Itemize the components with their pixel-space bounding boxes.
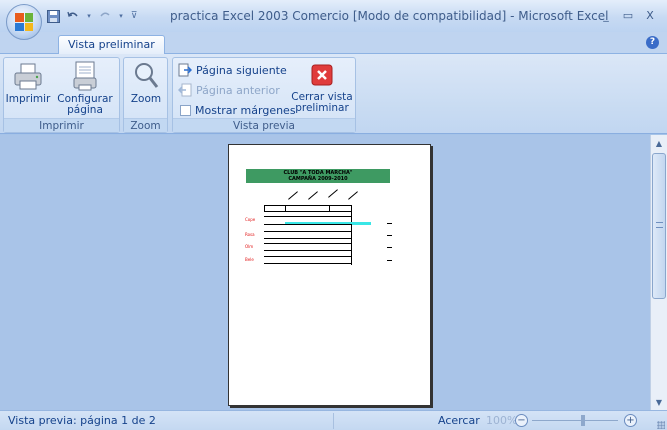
prev-page-button[interactable]: Página anterior [178, 82, 280, 98]
zoom-slider-knob[interactable] [581, 415, 585, 426]
zoom-controls: Acercar 100% − + [430, 411, 667, 430]
undo-dropdown-icon[interactable]: ▾ [86, 9, 92, 23]
total-mark [387, 247, 392, 248]
group-label-imprimir: Imprimir [4, 118, 119, 132]
customize-qat-icon[interactable]: ⊽ [130, 9, 138, 23]
zoom-in-icon[interactable]: + [624, 414, 637, 427]
print-label: Imprimir [5, 93, 51, 105]
redo-icon[interactable] [98, 9, 112, 23]
row-box [264, 224, 352, 225]
window-controls: _ ▭ X [595, 6, 661, 24]
title-bar: ▾ ▾ ⊽ practica Excel 2003 Comercio [Modo… [0, 0, 667, 32]
ribbon-tab-row: Vista preliminar ? [0, 32, 667, 55]
quick-access-toolbar: ▾ ▾ ⊽ [46, 6, 138, 26]
scroll-thumb[interactable] [652, 153, 666, 299]
status-divider [333, 413, 334, 429]
scroll-grip-icon [656, 222, 663, 228]
tab-vista-preliminar[interactable]: Vista preliminar [58, 35, 165, 55]
resize-grip-icon[interactable] [657, 421, 665, 429]
restore-button[interactable]: ▭ [617, 6, 639, 24]
prev-page-icon [178, 83, 192, 97]
row-box [264, 243, 352, 244]
zoom-out-icon[interactable]: − [515, 414, 528, 427]
group-vista-previa: Página siguiente Página anterior Mostrar… [172, 57, 356, 133]
sheet-subtitle: CAMPAÑA 2009-2010 [288, 176, 348, 182]
diag-header [288, 191, 298, 200]
row-box [264, 238, 352, 239]
ribbon: Imprimir Configurar página Imprimir Zoom… [0, 54, 667, 134]
scroll-up-icon[interactable]: ▲ [651, 135, 667, 151]
group-zoom: Zoom Zoom [123, 57, 168, 133]
zoom-button[interactable]: Zoom [126, 60, 166, 105]
office-button[interactable] [6, 4, 42, 40]
row-label: Bele [245, 257, 254, 262]
group-label-vista-previa: Vista previa [173, 118, 355, 132]
total-mark [387, 223, 392, 224]
minimize-button[interactable]: _ [595, 6, 617, 24]
diag-header [328, 189, 338, 198]
print-preview-page[interactable]: CLUB "A TODA MARCHA" CAMPAÑA 2009-2010 C… [228, 144, 431, 406]
sheet-header-band: CLUB "A TODA MARCHA" CAMPAÑA 2009-2010 [246, 169, 390, 183]
table-border [264, 211, 352, 212]
table-border [285, 205, 286, 211]
table-border [329, 205, 330, 211]
row-box [264, 231, 352, 232]
group-imprimir: Imprimir Configurar página Imprimir [3, 57, 120, 133]
next-page-button[interactable]: Página siguiente [178, 62, 287, 78]
page-setup-icon [73, 61, 97, 91]
zoom-slider-track[interactable] [532, 420, 618, 421]
status-page-text: Vista previa: página 1 de 2 [8, 414, 156, 427]
vertical-scrollbar[interactable]: ▲ ▼ [650, 135, 667, 410]
close-preview-icon [311, 64, 333, 86]
show-margins-label: Mostrar márgenes [195, 103, 296, 117]
zoom-in-label[interactable]: Acercar [438, 414, 480, 427]
group-label-zoom: Zoom [124, 118, 167, 132]
printer-icon [14, 63, 42, 90]
save-icon[interactable] [46, 9, 60, 23]
row-label: Olm [245, 244, 254, 249]
total-mark [387, 260, 392, 261]
page-setup-label-line2: página [67, 104, 103, 116]
undo-icon[interactable] [66, 9, 80, 23]
window-title: practica Excel 2003 Comercio [Modo de co… [170, 9, 609, 23]
show-margins-checkbox[interactable]: Mostrar márgenes [180, 102, 296, 118]
zoom-percent: 100% [486, 414, 518, 427]
margins-checkbox-box[interactable] [180, 104, 191, 116]
row-label: Cope [245, 217, 256, 222]
close-preview-label-line2: preliminar [295, 102, 349, 114]
row-box [264, 263, 352, 264]
scroll-down-icon[interactable]: ▼ [651, 394, 667, 410]
diag-header [348, 191, 358, 200]
row-label: Rosa [245, 232, 255, 237]
total-mark [387, 235, 392, 236]
row-box [264, 256, 352, 257]
table-border [264, 205, 352, 206]
diag-header [308, 191, 318, 200]
help-icon[interactable]: ? [646, 36, 659, 49]
zoom-label: Zoom [130, 93, 162, 105]
row-box [264, 250, 352, 251]
office-logo-icon [15, 13, 33, 31]
next-page-label: Página siguiente [196, 63, 287, 77]
table-border [264, 205, 265, 211]
prev-page-label: Página anterior [196, 83, 280, 97]
redo-dropdown-icon[interactable]: ▾ [118, 9, 124, 23]
preview-workspace[interactable]: CLUB "A TODA MARCHA" CAMPAÑA 2009-2010 C… [0, 135, 650, 410]
print-button[interactable]: Imprimir [5, 60, 51, 105]
page-setup-button[interactable]: Configurar página [52, 60, 118, 116]
magnifier-icon [135, 63, 159, 88]
close-window-button[interactable]: X [639, 6, 661, 24]
row-box [264, 216, 352, 217]
next-page-icon [178, 63, 192, 77]
status-bar: Vista previa: página 1 de 2 Acercar 100%… [0, 410, 667, 430]
close-preview-button[interactable]: Cerrar vista preliminar [291, 64, 353, 114]
